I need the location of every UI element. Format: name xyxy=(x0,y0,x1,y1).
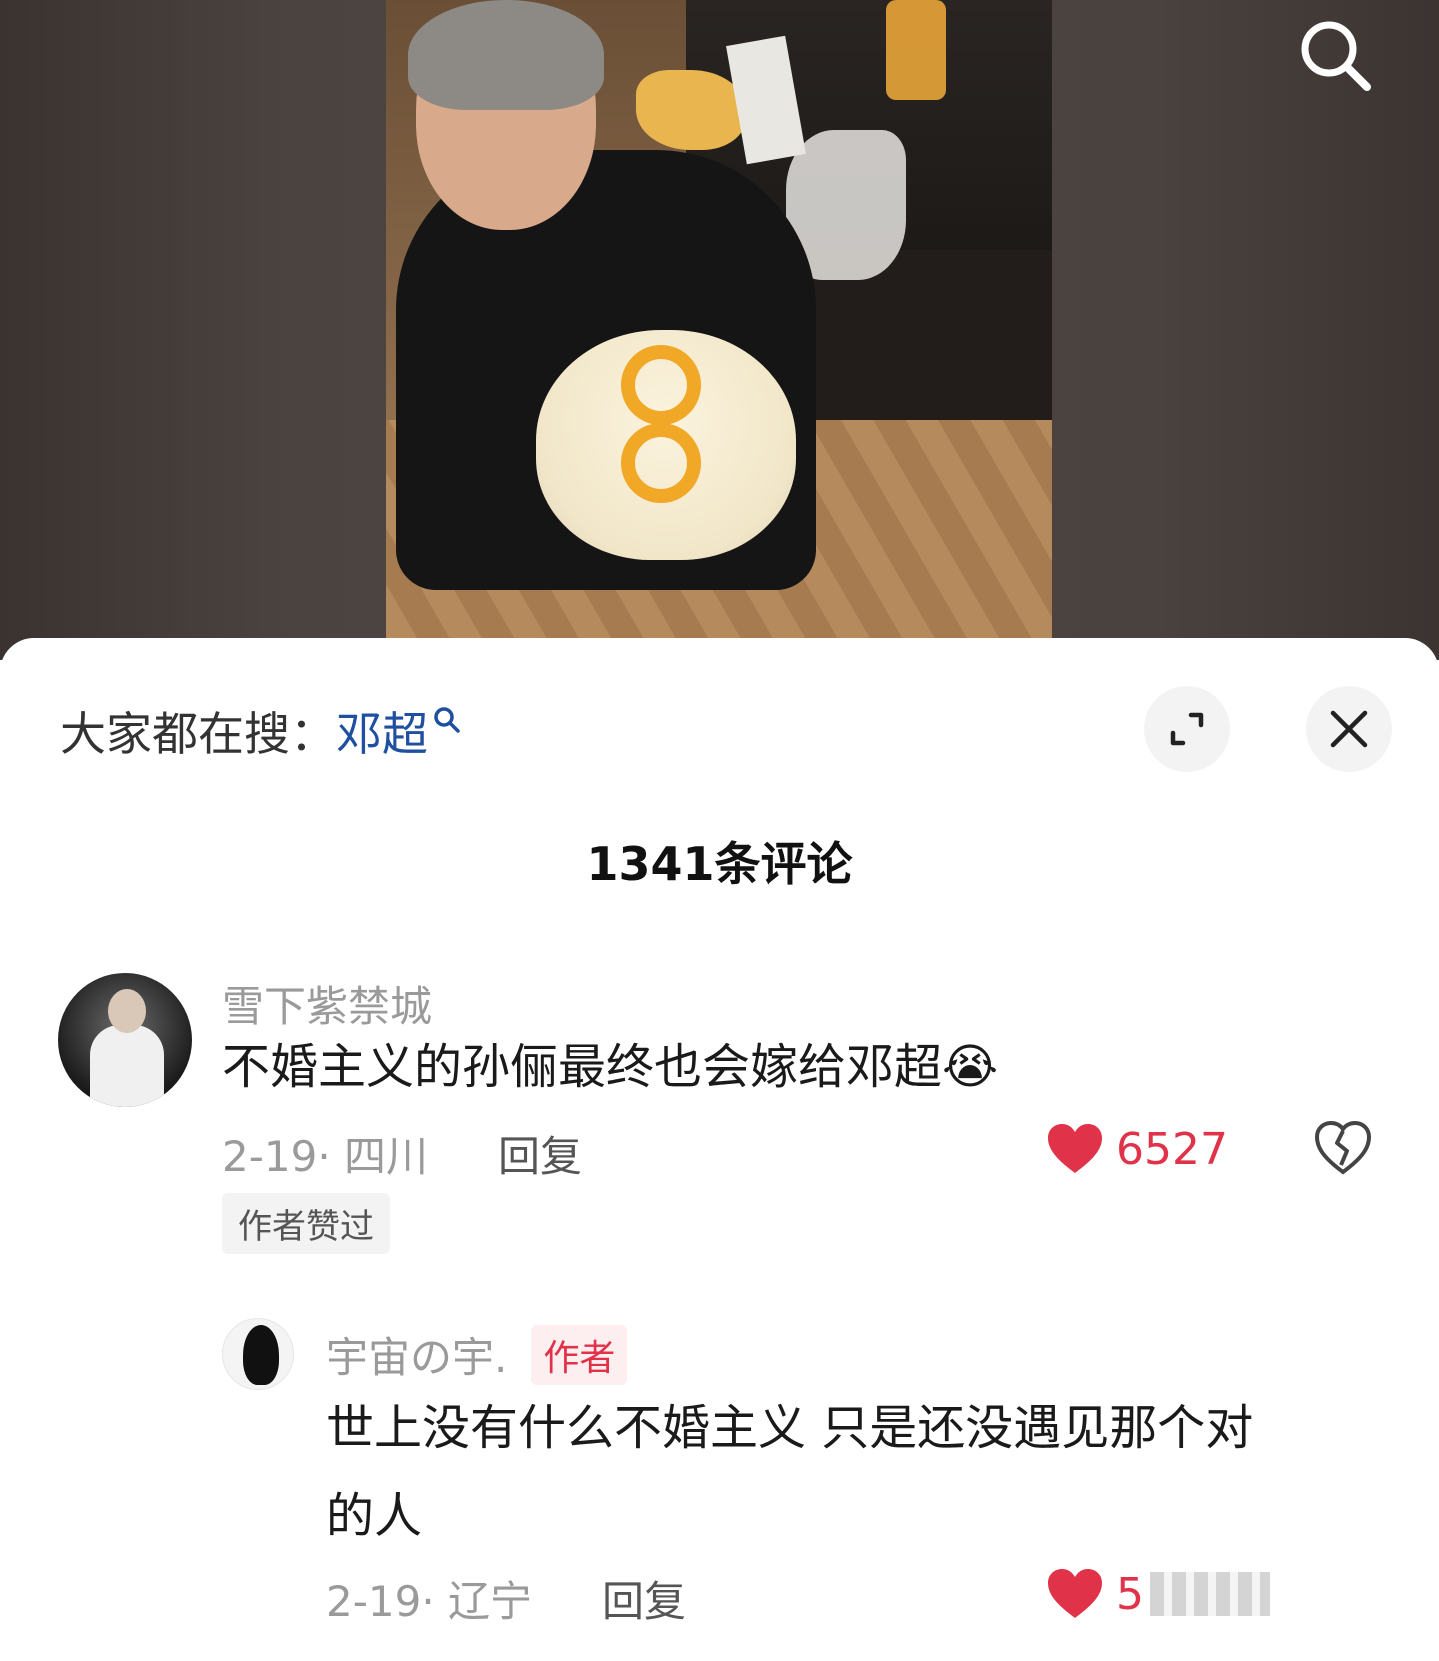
like-button[interactable]: 5 xyxy=(1046,1568,1270,1620)
reply-button[interactable]: 回复 xyxy=(602,1568,686,1629)
heart-icon xyxy=(1048,1124,1102,1173)
trending-search[interactable]: 大家都在搜： 邓超 xyxy=(60,698,462,764)
dislike-button[interactable] xyxy=(1314,1120,1372,1179)
avatar[interactable] xyxy=(58,973,192,1107)
heart-icon xyxy=(1048,1569,1102,1618)
comment-body: 不婚主义的孙俪最终也会嫁给邓超 xyxy=(222,1039,943,1095)
comment-text: 不婚主义的孙俪最终也会嫁给邓超😭 xyxy=(222,1023,998,1111)
comment-body-line-1: 世上没有什么不婚主义 只是还没遇见那个对 xyxy=(326,1400,1254,1456)
comment-date-location: 2-19· 辽宁 xyxy=(326,1577,533,1626)
reply-button[interactable]: 回复 xyxy=(498,1123,582,1184)
expand-icon xyxy=(1170,712,1204,746)
close-button[interactable] xyxy=(1306,686,1392,772)
post-photo xyxy=(386,0,1052,640)
comment-meta: 2-19· 辽宁 回复 xyxy=(326,1568,686,1629)
comment-date-location: 2-19· 四川 xyxy=(222,1132,429,1181)
comment-text: 世上没有什么不婚主义 只是还没遇见那个对 的人 xyxy=(326,1384,1253,1560)
comment-count-title: 1341条评论 xyxy=(586,837,853,891)
trending-term[interactable]: 邓超 xyxy=(336,698,428,764)
author-liked-badge: 作者赞过 xyxy=(222,1193,390,1254)
crying-emoji-icon: 😭 xyxy=(942,1039,999,1095)
watermark-overlay xyxy=(1150,1572,1270,1616)
search-icon xyxy=(434,707,460,733)
comment-meta: 2-19· 四川 回复 xyxy=(222,1123,582,1184)
author-badge: 作者 xyxy=(531,1324,628,1385)
like-button[interactable]: 6527 xyxy=(1046,1123,1228,1175)
search-button[interactable] xyxy=(1290,10,1380,100)
broken-heart-icon xyxy=(1314,1120,1372,1175)
reply-username-row: 宇宙の宇. 作者 xyxy=(326,1324,628,1385)
comment-body-line-2: 的人 xyxy=(326,1488,423,1544)
like-count: 6527 xyxy=(1116,1123,1228,1175)
like-count: 5 xyxy=(1116,1568,1144,1620)
close-icon xyxy=(1330,710,1368,748)
expand-button[interactable] xyxy=(1144,686,1230,772)
comments-sheet: 大家都在搜： 邓超 1341条评论 雪下紫禁城 不婚主义的孙俪最终也会嫁给邓超😭… xyxy=(0,638,1439,1661)
video-area[interactable] xyxy=(0,0,1439,660)
avatar[interactable] xyxy=(222,1318,294,1390)
comment-username[interactable]: 宇宙の宇. xyxy=(326,1324,507,1385)
search-icon xyxy=(1301,21,1371,91)
trending-label: 大家都在搜： xyxy=(60,707,336,761)
